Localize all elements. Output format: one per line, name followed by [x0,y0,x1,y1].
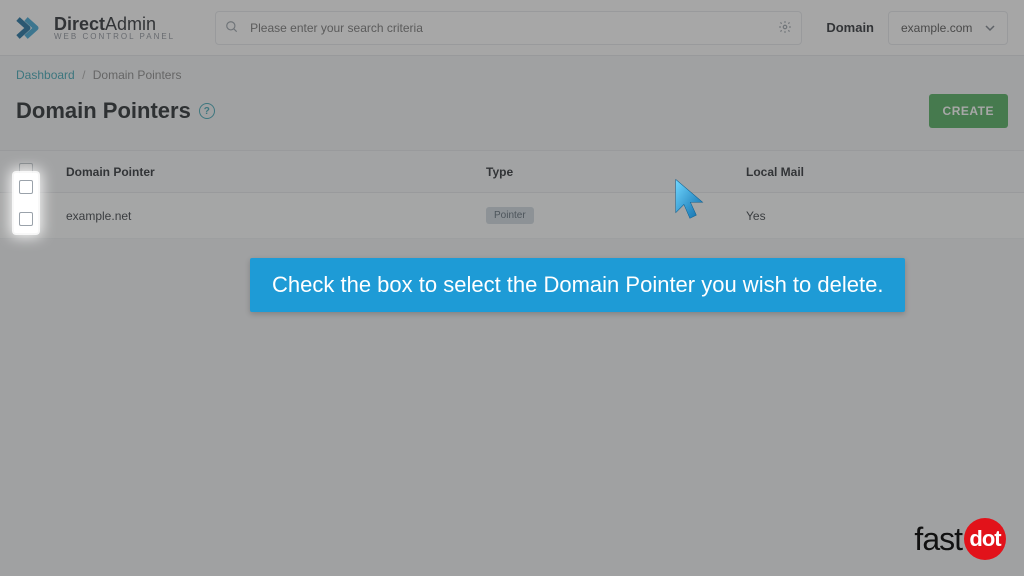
search-icon [225,20,239,34]
gear-icon[interactable] [778,20,792,34]
create-button[interactable]: CREATE [929,94,1008,128]
domain-label: Domain [826,20,874,35]
col-mail[interactable]: Local Mail [732,151,1024,193]
col-pointer[interactable]: Domain Pointer [52,151,472,193]
tutorial-tooltip: Check the box to select the Domain Point… [250,258,905,312]
watermark-dot: dot [964,518,1006,560]
brand-logo[interactable]: DirectAdmin web control panel [16,13,175,43]
select-all-checkbox-highlight[interactable] [19,180,33,194]
brand-name-light: Admin [105,14,156,34]
cell-pointer: example.net [52,193,472,239]
brand-chevrons-icon [16,13,46,43]
header: DirectAdmin web control panel Domain exa… [0,0,1024,56]
breadcrumb-separator: / [82,68,85,82]
brand-name-strong: Direct [54,14,105,34]
brand-tagline: web control panel [54,33,175,41]
title-row: Domain Pointers ? CREATE [0,88,1024,150]
domain-selected-value: example.com [901,21,972,35]
watermark: fastdot [914,518,1006,560]
search-input[interactable] [215,11,802,45]
row-checkbox-highlight[interactable] [19,212,33,226]
breadcrumb: Dashboard / Domain Pointers [0,56,1024,88]
tutorial-cursor-icon [674,178,708,222]
pointers-table: Domain Pointer Type Local Mail example.n… [0,150,1024,239]
domain-select[interactable]: example.com [888,11,1008,45]
chevron-down-icon [985,23,995,33]
page-root: DirectAdmin web control panel Domain exa… [0,0,1024,576]
table-row[interactable]: example.net Pointer Yes [0,193,1024,239]
page-title-text: Domain Pointers [16,98,191,124]
pointers-table-wrap: Domain Pointer Type Local Mail example.n… [0,150,1024,239]
checkbox-highlight [14,173,38,233]
breadcrumb-root[interactable]: Dashboard [16,68,75,82]
search-wrap [215,11,802,45]
type-badge: Pointer [486,207,534,224]
help-icon[interactable]: ? [199,103,215,119]
cell-mail: Yes [732,193,1024,239]
page-title: Domain Pointers ? [16,98,215,124]
breadcrumb-current: Domain Pointers [93,68,182,82]
watermark-pre: fast [914,521,962,558]
table-header-row: Domain Pointer Type Local Mail [0,151,1024,193]
